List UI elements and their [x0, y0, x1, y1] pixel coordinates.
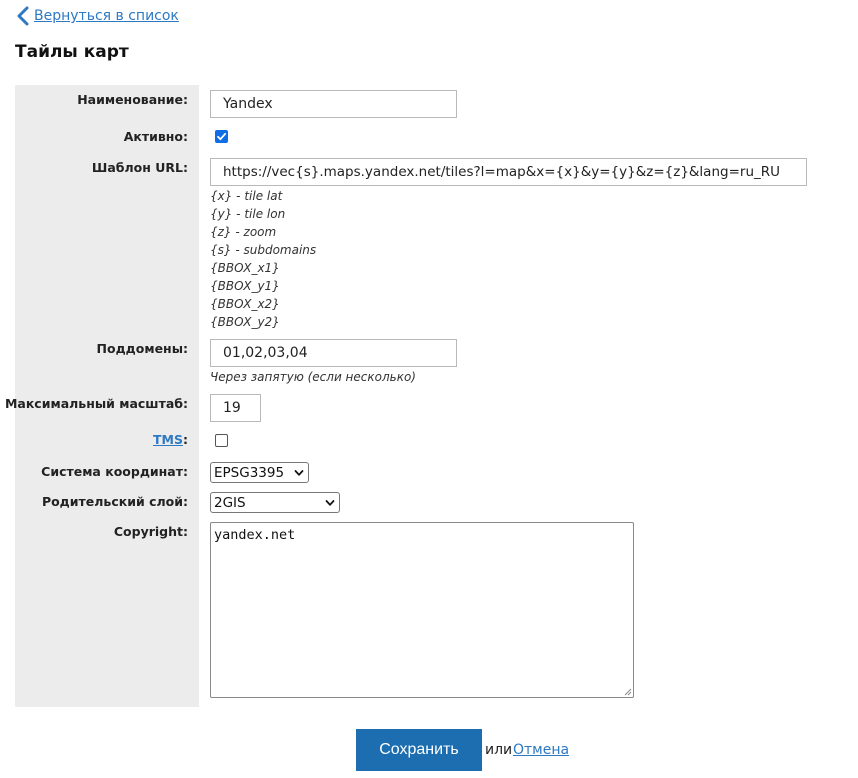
max-zoom-label: Максимальный масштаб: — [4, 396, 188, 411]
resize-grip-icon[interactable] — [623, 687, 632, 696]
hint-bbox-x2: {BBOX_x2} — [210, 297, 280, 311]
chevron-left-icon — [17, 6, 29, 26]
name-label: Наименование: — [77, 92, 188, 107]
hint-bbox-y1: {BBOX_y1} — [210, 279, 280, 293]
parent-layer-value: 2GIS — [214, 494, 246, 511]
url-template-label: Шаблон URL: — [91, 160, 188, 175]
url-template-hints: {x} - tile lat {y} - tile lon {z} - zoom… — [210, 187, 316, 331]
hint-bbox-y2: {BBOX_y2} — [210, 315, 280, 329]
coord-system-label: Система координат: — [41, 464, 188, 479]
hint-z: {z} - zoom — [210, 225, 277, 239]
hint-x: {x} - tile lat — [210, 189, 283, 203]
tms-link[interactable]: TMS — [153, 432, 183, 447]
hint-y: {y} - tile lon — [210, 207, 286, 221]
check-icon — [217, 132, 227, 141]
back-to-list-label: Вернуться в список — [34, 8, 179, 24]
subdomains-label: Поддомены: — [96, 341, 188, 356]
parent-layer-label: Родительский слой: — [41, 494, 188, 509]
active-label: Активно: — [123, 129, 188, 144]
active-checkbox[interactable] — [215, 130, 228, 143]
tms-label-wrap: TMS: — [153, 432, 188, 447]
copyright-textarea[interactable]: yandex.net — [210, 522, 634, 698]
tms-checkbox[interactable] — [215, 434, 228, 447]
chevron-down-icon — [294, 469, 304, 476]
copyright-value: yandex.net — [214, 527, 296, 543]
parent-layer-select[interactable]: 2GIS — [210, 492, 340, 513]
subdomains-hint: Через запятую (если несколько) — [210, 370, 416, 384]
save-button[interactable]: Сохранить — [356, 729, 482, 771]
subdomains-input[interactable] — [210, 339, 457, 367]
or-text: или — [485, 742, 513, 758]
coord-system-value: EPSG3395 — [214, 464, 285, 481]
page-title: Тайлы карт — [15, 42, 129, 62]
name-input[interactable] — [210, 90, 457, 118]
hint-bbox-x1: {BBOX_x1} — [210, 261, 280, 275]
cancel-link[interactable]: Отмена — [513, 742, 569, 758]
chevron-down-icon — [325, 499, 335, 506]
coord-system-select[interactable]: EPSG3395 — [210, 462, 309, 483]
max-zoom-input[interactable] — [210, 394, 261, 422]
tms-label-colon: : — [183, 432, 188, 447]
copyright-label: Copyright: — [113, 524, 188, 539]
back-to-list-link[interactable]: Вернуться в список — [16, 6, 179, 26]
url-template-input[interactable] — [210, 158, 807, 186]
hint-s: {s} - subdomains — [210, 243, 317, 257]
